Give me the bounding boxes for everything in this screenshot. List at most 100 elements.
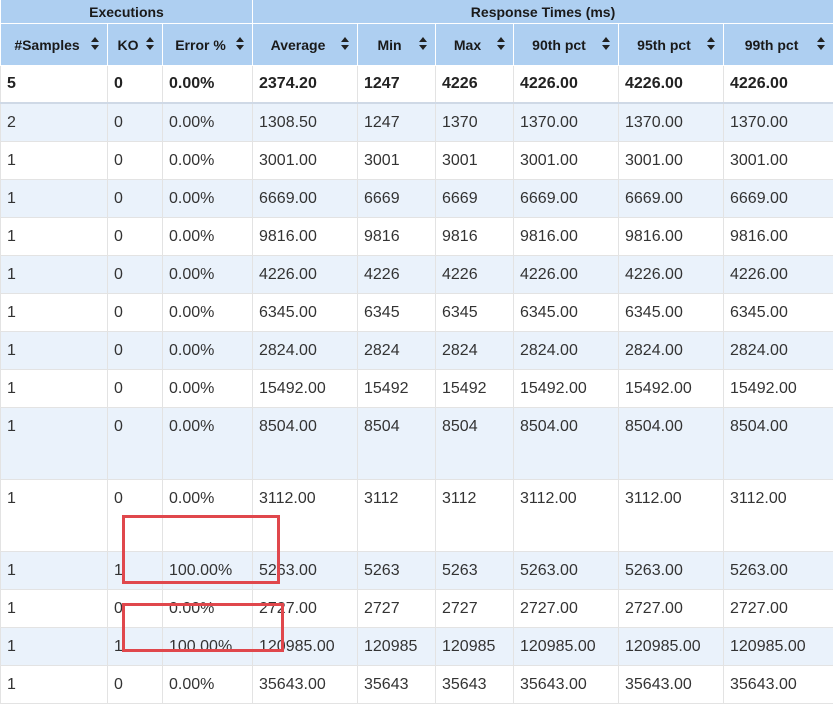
cell-pct99: 2727.00 bbox=[724, 590, 833, 628]
column-header-max[interactable]: Max bbox=[436, 24, 514, 66]
cell-average: 15492.00 bbox=[253, 370, 358, 408]
cell-average: 6345.00 bbox=[253, 294, 358, 332]
column-header-label: 95th pct bbox=[637, 37, 691, 53]
sort-arrows-icon[interactable] bbox=[602, 37, 610, 51]
cell-pct90: 9816.00 bbox=[514, 218, 619, 256]
cell-average: 9816.00 bbox=[253, 218, 358, 256]
cell-average: 1308.50 bbox=[253, 103, 358, 142]
cell-average: 6669.00 bbox=[253, 180, 358, 218]
column-header-min[interactable]: Min bbox=[358, 24, 436, 66]
cell-error-pct: 0.00% bbox=[163, 218, 253, 256]
cell-error-pct: 0.00% bbox=[163, 103, 253, 142]
cell-pct99: 9816.00 bbox=[724, 218, 833, 256]
cell-pct90: 120985.00 bbox=[514, 628, 619, 666]
cell-pct95: 5263.00 bbox=[619, 552, 724, 590]
column-header-label: #Samples bbox=[14, 37, 79, 53]
cell-error-pct: 0.00% bbox=[163, 256, 253, 294]
column-header-label: Error % bbox=[175, 37, 226, 53]
cell-pct99: 6669.00 bbox=[724, 180, 833, 218]
cell-max: 6669 bbox=[436, 180, 514, 218]
column-header-pct90[interactable]: 90th pct bbox=[514, 24, 619, 66]
sort-arrows-icon[interactable] bbox=[236, 37, 244, 51]
cell-ko: 0 bbox=[108, 256, 163, 294]
cell-pct95: 3001.00 bbox=[619, 142, 724, 180]
cell-min: 8504 bbox=[358, 408, 436, 480]
column-header-error-pct[interactable]: Error % bbox=[163, 24, 253, 66]
cell-pct99: 4226.00 bbox=[724, 256, 833, 294]
cell-ko: 0 bbox=[108, 218, 163, 256]
response-times-group-header: Response Times (ms) bbox=[253, 0, 833, 24]
cell-ko: 0 bbox=[108, 408, 163, 480]
cell-pct95: 2824.00 bbox=[619, 332, 724, 370]
total-row: 500.00%2374.20124742264226.004226.004226… bbox=[1, 66, 833, 104]
cell-pct99: 8504.00 bbox=[724, 408, 833, 480]
cell-max: 2727 bbox=[436, 590, 514, 628]
cell-min: 2727 bbox=[358, 590, 436, 628]
cell-samples: 1 bbox=[1, 294, 108, 332]
cell-pct99: 2824.00 bbox=[724, 332, 833, 370]
cell-ko: 0 bbox=[108, 103, 163, 142]
cell-max: 3001 bbox=[436, 142, 514, 180]
cell-pct90: 1370.00 bbox=[514, 103, 619, 142]
cell-max: 9816 bbox=[436, 218, 514, 256]
total-cell-pct90: 4226.00 bbox=[514, 66, 619, 104]
cell-pct95: 6345.00 bbox=[619, 294, 724, 332]
cell-pct95: 9816.00 bbox=[619, 218, 724, 256]
sort-arrows-icon[interactable] bbox=[91, 37, 99, 51]
column-header-average[interactable]: Average bbox=[253, 24, 358, 66]
cell-pct95: 15492.00 bbox=[619, 370, 724, 408]
cell-samples: 1 bbox=[1, 552, 108, 590]
column-header-label: 90th pct bbox=[532, 37, 586, 53]
table-row: 100.00%6345.00634563456345.006345.006345… bbox=[1, 294, 833, 332]
cell-pct90: 3112.00 bbox=[514, 480, 619, 552]
cell-max: 8504 bbox=[436, 408, 514, 480]
cell-samples: 1 bbox=[1, 590, 108, 628]
cell-pct90: 15492.00 bbox=[514, 370, 619, 408]
table-row: 100.00%3001.00300130013001.003001.003001… bbox=[1, 142, 833, 180]
cell-samples: 1 bbox=[1, 218, 108, 256]
cell-max: 3112 bbox=[436, 480, 514, 552]
sort-arrows-icon[interactable] bbox=[419, 37, 427, 51]
table-row: 100.00%8504.00850485048504.008504.008504… bbox=[1, 408, 833, 480]
column-header-ko[interactable]: KO bbox=[108, 24, 163, 66]
cell-samples: 1 bbox=[1, 628, 108, 666]
cell-samples: 1 bbox=[1, 332, 108, 370]
total-cell-pct95: 4226.00 bbox=[619, 66, 724, 104]
column-header-samples[interactable]: #Samples bbox=[1, 24, 108, 66]
sort-arrows-icon[interactable] bbox=[497, 37, 505, 51]
cell-samples: 1 bbox=[1, 480, 108, 552]
cell-samples: 1 bbox=[1, 370, 108, 408]
sort-arrows-icon[interactable] bbox=[341, 37, 349, 51]
cell-pct90: 6345.00 bbox=[514, 294, 619, 332]
cell-pct90: 3001.00 bbox=[514, 142, 619, 180]
cell-min: 4226 bbox=[358, 256, 436, 294]
cell-error-pct: 0.00% bbox=[163, 180, 253, 218]
cell-min: 2824 bbox=[358, 332, 436, 370]
cell-max: 120985 bbox=[436, 628, 514, 666]
cell-error-pct: 0.00% bbox=[163, 142, 253, 180]
column-header-pct99[interactable]: 99th pct bbox=[724, 24, 833, 66]
sort-arrows-icon[interactable] bbox=[146, 37, 154, 51]
cell-ko: 0 bbox=[108, 332, 163, 370]
cell-pct95: 8504.00 bbox=[619, 408, 724, 480]
cell-pct90: 2727.00 bbox=[514, 590, 619, 628]
cell-min: 3112 bbox=[358, 480, 436, 552]
sort-arrows-icon[interactable] bbox=[707, 37, 715, 51]
cell-pct90: 4226.00 bbox=[514, 256, 619, 294]
cell-min: 120985 bbox=[358, 628, 436, 666]
cell-average: 8504.00 bbox=[253, 408, 358, 480]
cell-pct95: 4226.00 bbox=[619, 256, 724, 294]
cell-error-pct: 0.00% bbox=[163, 408, 253, 480]
cell-pct90: 5263.00 bbox=[514, 552, 619, 590]
table-row: 100.00%9816.00981698169816.009816.009816… bbox=[1, 218, 833, 256]
cell-max: 1370 bbox=[436, 103, 514, 142]
total-cell-error-pct: 0.00% bbox=[163, 66, 253, 104]
total-cell-max: 4226 bbox=[436, 66, 514, 104]
cell-error-pct: 0.00% bbox=[163, 370, 253, 408]
sort-arrows-icon[interactable] bbox=[817, 37, 825, 51]
column-header-pct95[interactable]: 95th pct bbox=[619, 24, 724, 66]
error-highlight-box bbox=[122, 603, 284, 652]
column-header-label: Average bbox=[271, 37, 326, 53]
cell-average: 3001.00 bbox=[253, 142, 358, 180]
cell-min: 15492 bbox=[358, 370, 436, 408]
